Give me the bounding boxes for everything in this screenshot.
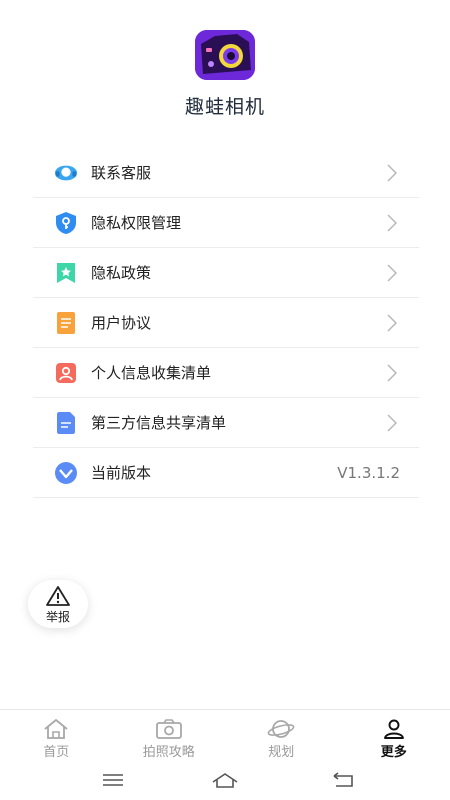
planet-icon bbox=[267, 720, 295, 738]
chevron-right-icon bbox=[387, 164, 397, 182]
star-bookmark-icon bbox=[54, 261, 78, 285]
chevron-right-icon bbox=[387, 364, 397, 382]
tab-label: 规划 bbox=[268, 745, 295, 760]
menu-item-label: 隐私政策 bbox=[91, 264, 152, 282]
camera-icon bbox=[155, 719, 182, 739]
user-icon bbox=[383, 719, 404, 739]
tab-photo-guide[interactable]: 拍照攻略 bbox=[113, 710, 226, 764]
menu-item-label: 第三方信息共享清单 bbox=[91, 414, 227, 432]
tab-plan[interactable]: 规划 bbox=[225, 710, 338, 764]
menu-item-label: 联系客服 bbox=[91, 164, 152, 182]
report-button[interactable]: 举报 bbox=[28, 580, 88, 628]
version-icon bbox=[54, 461, 78, 485]
warning-icon bbox=[46, 586, 70, 606]
menu-item-privacy-permission[interactable]: 隐私权限管理 bbox=[33, 198, 419, 248]
file-icon bbox=[54, 411, 78, 435]
system-navigation-bar bbox=[0, 764, 450, 800]
app-header: 趣蛙相机 bbox=[0, 0, 450, 140]
tab-label: 拍照攻略 bbox=[142, 745, 195, 760]
version-number: V1.3.1.2 bbox=[337, 463, 400, 482]
tab-home[interactable]: 首页 bbox=[0, 710, 113, 764]
menu-item-label: 用户协议 bbox=[91, 314, 152, 332]
document-icon bbox=[54, 311, 78, 335]
home-outline-icon[interactable] bbox=[210, 770, 240, 790]
app-logo bbox=[195, 30, 255, 80]
menu-item-personal-info-list[interactable]: 个人信息收集清单 bbox=[33, 348, 419, 398]
chevron-right-icon bbox=[387, 414, 397, 432]
key-shield-icon bbox=[54, 211, 78, 235]
tab-label: 更多 bbox=[380, 745, 407, 760]
menu-item-label: 隐私权限管理 bbox=[91, 214, 182, 232]
bottom-tab-bar: 首页 拍照攻略 规划 更多 bbox=[0, 709, 450, 764]
chevron-right-icon bbox=[387, 314, 397, 332]
tab-label: 首页 bbox=[43, 745, 70, 760]
customer-service-icon bbox=[54, 161, 78, 185]
tab-more[interactable]: 更多 bbox=[338, 710, 450, 764]
menu-item-user-agreement[interactable]: 用户协议 bbox=[33, 298, 419, 348]
menu-lines-icon[interactable] bbox=[98, 770, 128, 790]
menu-item-privacy-policy[interactable]: 隐私政策 bbox=[33, 248, 419, 298]
chevron-right-icon bbox=[387, 214, 397, 232]
menu-item-label: 个人信息收集清单 bbox=[91, 364, 212, 382]
settings-menu: 联系客服 隐私权限管理 隐私政策 用户协议 个人信息收集清单 第三方信息共享清单… bbox=[33, 148, 419, 498]
home-icon bbox=[44, 719, 68, 739]
menu-item-third-party-sharing[interactable]: 第三方信息共享清单 bbox=[33, 398, 419, 448]
user-card-icon bbox=[54, 361, 78, 385]
menu-item-version[interactable]: 当前版本 V1.3.1.2 bbox=[33, 448, 419, 498]
back-icon[interactable] bbox=[328, 770, 358, 790]
menu-item-customer-service[interactable]: 联系客服 bbox=[33, 148, 419, 198]
app-title: 趣蛙相机 bbox=[184, 96, 265, 118]
chevron-right-icon bbox=[387, 264, 397, 282]
report-label: 举报 bbox=[45, 610, 70, 624]
